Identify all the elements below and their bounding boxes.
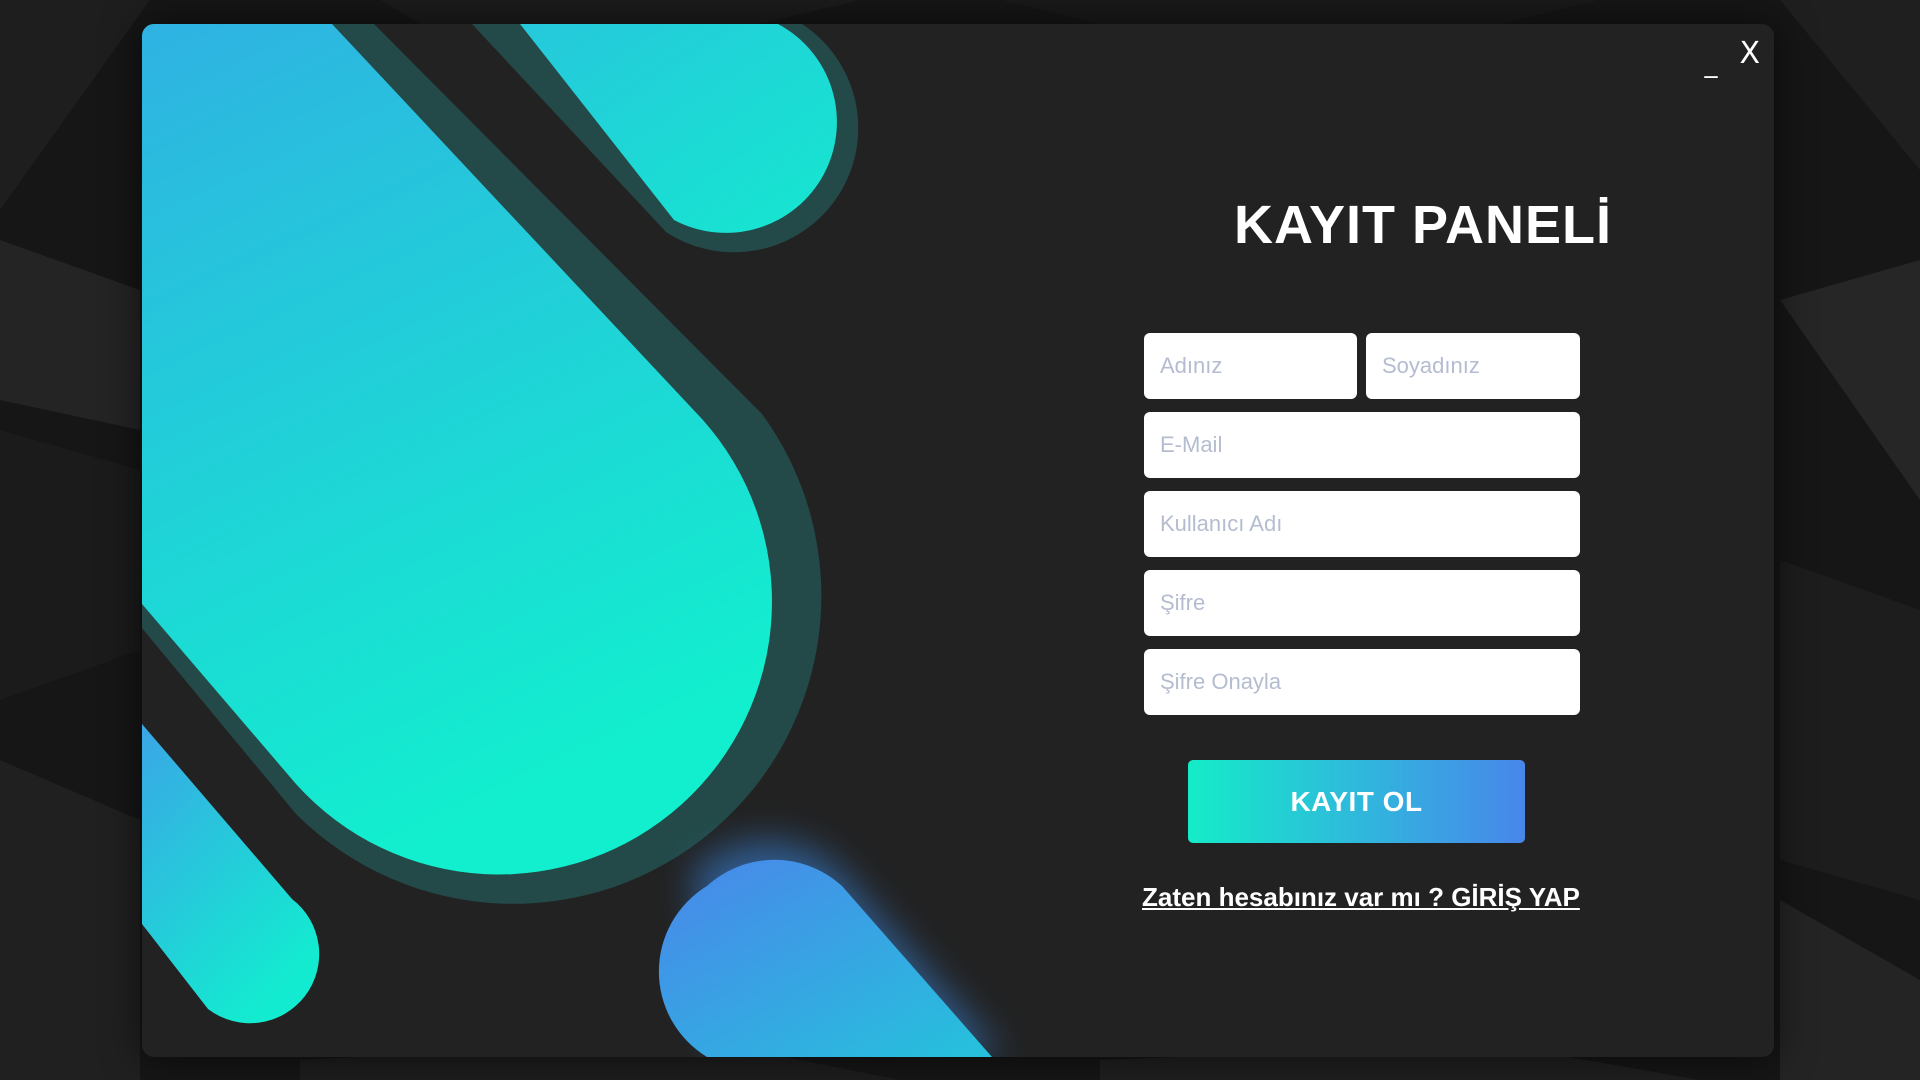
- page-title: KAYIT PANELİ: [1233, 195, 1613, 255]
- username-field[interactable]: [1144, 491, 1580, 557]
- password-confirm-field[interactable]: [1144, 649, 1580, 715]
- last-name-field[interactable]: [1366, 333, 1580, 399]
- window-controls: _ X: [1704, 36, 1760, 80]
- registration-window: _ X KAYIT PANELİ KAYIT OL Zaten hesabını…: [142, 24, 1774, 1057]
- first-name-field[interactable]: [1144, 333, 1357, 399]
- email-field[interactable]: [1144, 412, 1580, 478]
- minimize-icon[interactable]: _: [1704, 48, 1717, 80]
- register-button[interactable]: KAYIT OL: [1188, 760, 1525, 843]
- password-field[interactable]: [1144, 570, 1580, 636]
- close-icon[interactable]: X: [1739, 36, 1760, 72]
- login-link[interactable]: Zaten hesabınız var mı ? GİRİŞ YAP: [1142, 882, 1580, 913]
